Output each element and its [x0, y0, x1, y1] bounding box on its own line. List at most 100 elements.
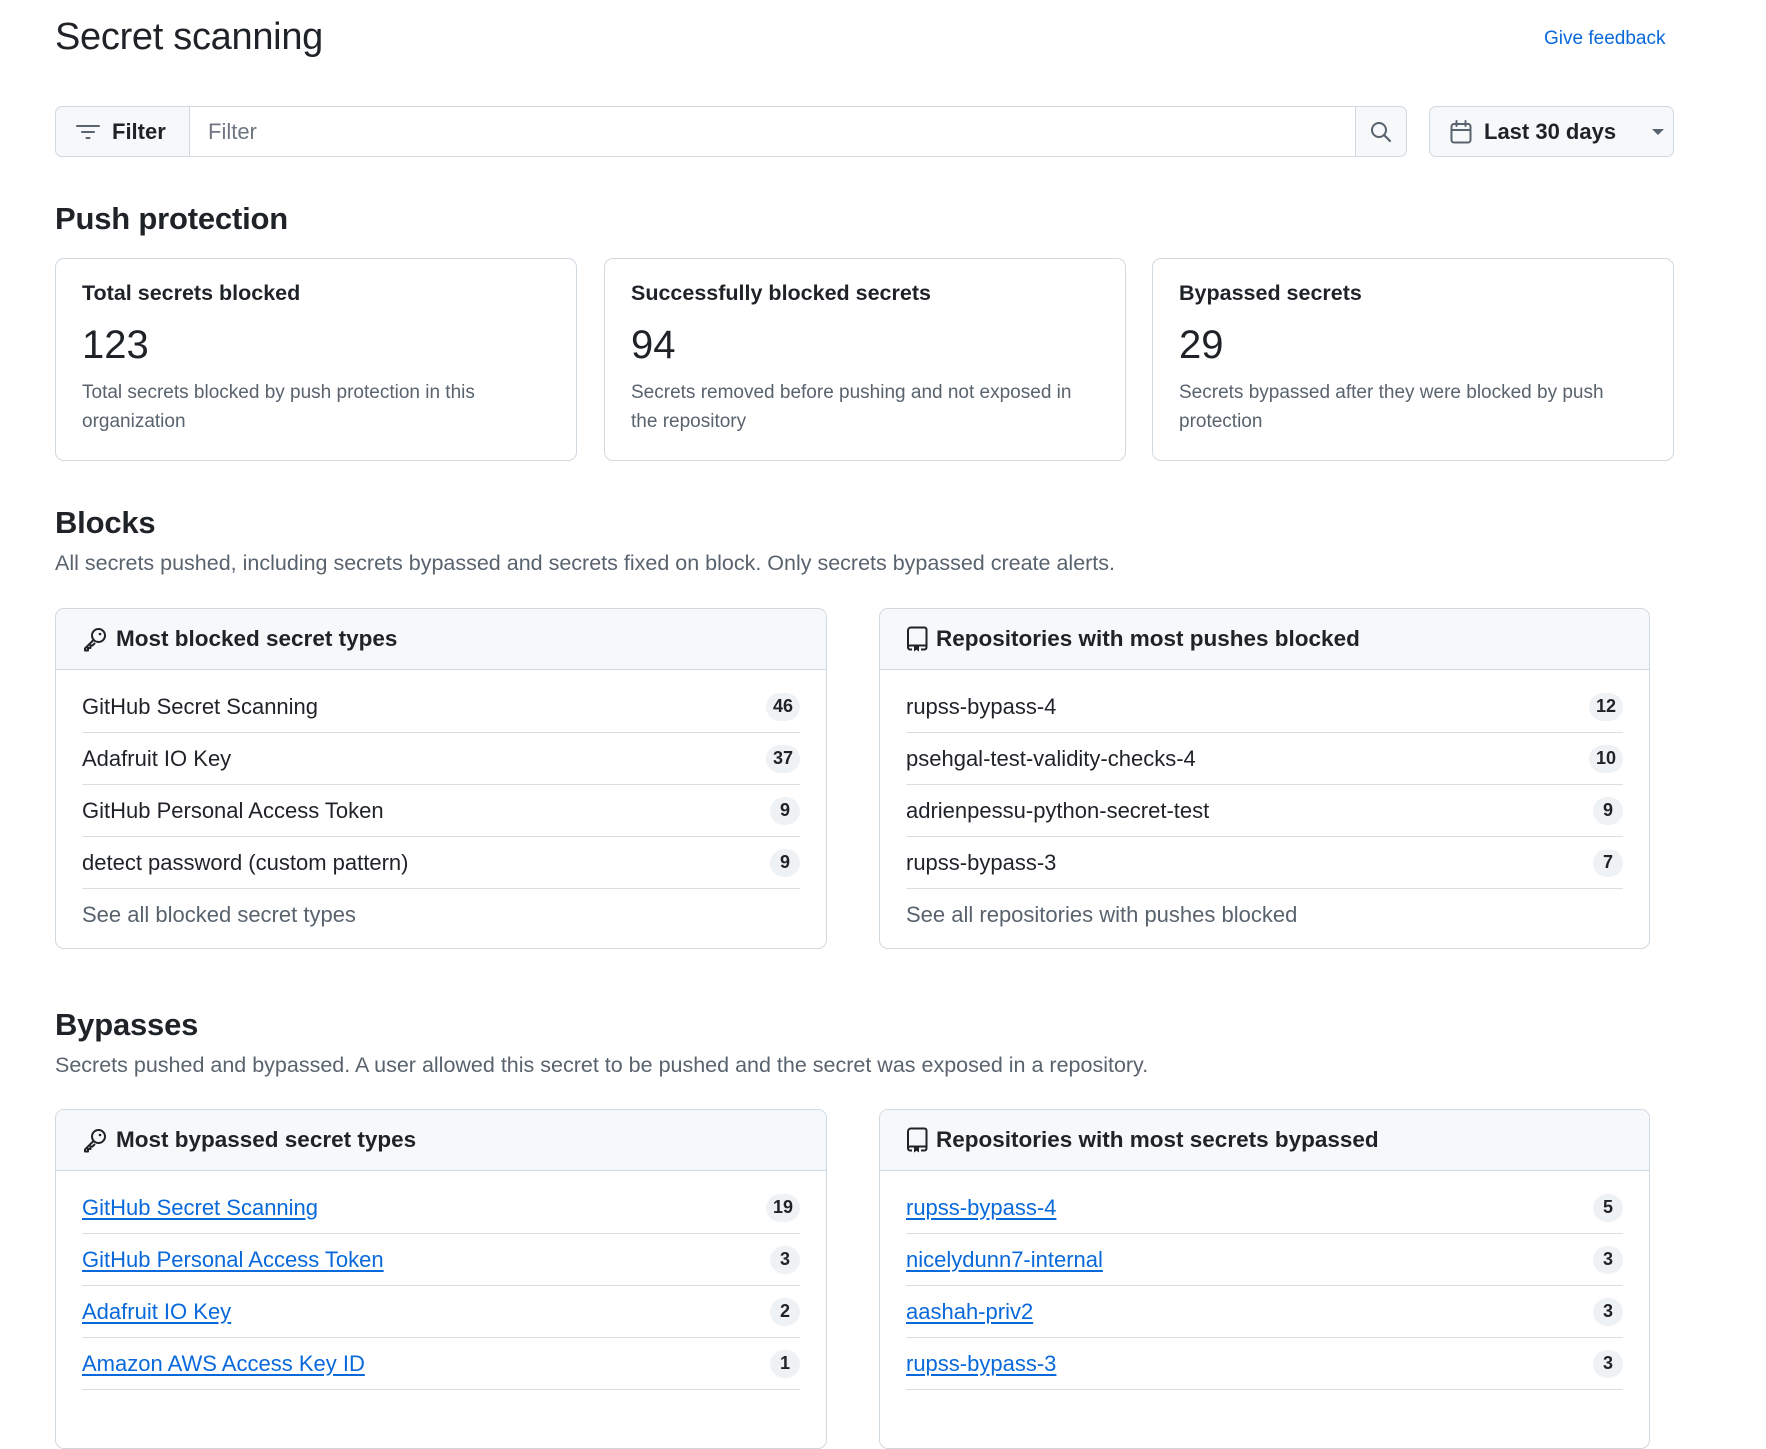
item-link[interactable]: Adafruit IO Key: [82, 1299, 231, 1325]
repo-icon: [906, 626, 928, 652]
item-link[interactable]: nicelydunn7-internal: [906, 1247, 1103, 1273]
card-header: Repositories with most pushes blocked: [880, 609, 1649, 670]
list-item: GitHub Personal Access Token 9: [82, 785, 800, 837]
list-item: GitHub Secret Scanning 19: [82, 1182, 800, 1234]
item-link[interactable]: GitHub Personal Access Token: [82, 1247, 384, 1273]
item-link[interactable]: rupss-bypass-3: [906, 1351, 1056, 1377]
list-item: GitHub Secret Scanning 46: [82, 681, 800, 733]
list-item: detect password (custom pattern) 9: [82, 837, 800, 889]
list-item: rupss-bypass-3 7: [906, 837, 1623, 889]
list-item: nicelydunn7-internal 3: [906, 1234, 1623, 1286]
key-icon: [82, 626, 108, 652]
filter-icon: [76, 123, 100, 141]
card-header: Most blocked secret types: [56, 609, 826, 670]
count-badge: 46: [765, 692, 800, 721]
count-badge: 2: [770, 1297, 800, 1326]
page-title: Secret scanning: [55, 16, 323, 58]
count-badge: 1: [770, 1349, 800, 1378]
item-label: detect password (custom pattern): [82, 849, 409, 875]
stat-title: Bypassed secrets: [1179, 281, 1362, 305]
search-icon: [1370, 121, 1392, 143]
filter-input[interactable]: [190, 106, 1355, 157]
list-item: adrienpessu-python-secret-test 9: [906, 785, 1623, 837]
list-item: Adafruit IO Key 2: [82, 1286, 800, 1338]
stat-title: Successfully blocked secrets: [631, 281, 931, 305]
stat-title: Total secrets blocked: [82, 281, 301, 305]
list-item: Amazon AWS Access Key ID 1: [82, 1338, 800, 1390]
list-item: GitHub Personal Access Token 3: [82, 1234, 800, 1286]
list-item: rupss-bypass-3 3: [906, 1338, 1623, 1390]
key-icon: [82, 1127, 108, 1153]
repositories-most-pushes-blocked-card: Repositories with most pushes blocked ru…: [879, 608, 1650, 949]
stat-value: 94: [631, 323, 676, 367]
count-badge: 7: [1593, 848, 1623, 877]
list: rupss-bypass-4 12 psehgal-test-validity-c…: [880, 681, 1649, 940]
search-button[interactable]: [1355, 106, 1407, 157]
repositories-most-secrets-bypassed-card: Repositories with most secrets bypassed …: [879, 1109, 1650, 1449]
list: GitHub Secret Scanning 19 GitHub Personal…: [56, 1182, 826, 1390]
item-link[interactable]: rupss-bypass-4: [906, 1195, 1056, 1221]
stat-value: 123: [82, 323, 149, 367]
count-badge: 37: [765, 744, 800, 773]
repo-icon: [906, 1127, 928, 1153]
stat-description: Secrets bypassed after they were blocked…: [1179, 382, 1604, 432]
bypasses-heading: Bypasses: [55, 1007, 199, 1042]
count-badge: 3: [1593, 1297, 1623, 1326]
see-all-repositories-pushes-blocked-link[interactable]: See all repositories with pushes blocked: [906, 889, 1623, 940]
filter-button-label: Filter: [112, 118, 166, 144]
filter-bar: Filter: [55, 106, 1407, 157]
date-range-label: Last 30 days: [1484, 118, 1617, 144]
list-item: Adafruit IO Key 37: [82, 733, 800, 785]
count-badge: 12: [1588, 692, 1623, 721]
item-label: rupss-bypass-4: [906, 693, 1057, 719]
count-badge: 3: [1593, 1245, 1623, 1274]
list-item: rupss-bypass-4 5: [906, 1182, 1623, 1234]
item-link[interactable]: Amazon AWS Access Key ID: [82, 1351, 365, 1377]
calendar-icon: [1450, 119, 1472, 144]
list-item: aashah-priv2 3: [906, 1286, 1623, 1338]
bypasses-description: Secrets pushed and bypassed. A user allo…: [55, 1053, 1149, 1077]
list-item: rupss-bypass-4 12: [906, 681, 1623, 733]
card-header: Repositories with most secrets bypassed: [880, 1110, 1649, 1171]
card-title: Repositories with most secrets bypassed: [936, 1127, 1379, 1152]
most-bypassed-secret-types-card: Most bypassed secret types GitHub Secret…: [55, 1109, 827, 1449]
stat-card-bypassed: Bypassed secrets 29 Secrets bypassed aft…: [1152, 258, 1674, 461]
most-blocked-secret-types-card: Most blocked secret types GitHub Secret …: [55, 608, 827, 949]
count-badge: 10: [1588, 744, 1623, 773]
stat-card-successfully-blocked: Successfully blocked secrets 94 Secrets …: [604, 258, 1126, 461]
item-label: adrienpessu-python-secret-test: [906, 797, 1210, 823]
give-feedback-link[interactable]: Give feedback: [1544, 28, 1665, 50]
item-label: GitHub Secret Scanning: [82, 693, 319, 719]
item-link[interactable]: aashah-priv2: [906, 1299, 1033, 1325]
count-badge: 9: [770, 796, 800, 825]
stat-description: Total secrets blocked by push protection…: [82, 382, 475, 432]
list-item: psehgal-test-validity-checks-4 10: [906, 733, 1623, 785]
push-protection-heading: Push protection: [55, 201, 288, 236]
see-all-blocked-secret-types-link[interactable]: See all blocked secret types: [82, 889, 800, 940]
count-badge: 9: [1593, 796, 1623, 825]
stat-card-total-blocked: Total secrets blocked 123 Total secrets …: [55, 258, 577, 461]
count-badge: 5: [1593, 1193, 1623, 1222]
list: GitHub Secret Scanning 46 Adafruit IO Key…: [56, 681, 826, 940]
count-badge: 3: [1593, 1349, 1623, 1378]
filter-button[interactable]: Filter: [55, 106, 190, 157]
item-link[interactable]: GitHub Secret Scanning: [82, 1195, 318, 1221]
card-header: Most bypassed secret types: [56, 1110, 826, 1171]
item-label: psehgal-test-validity-checks-4: [906, 745, 1196, 771]
card-title: Most bypassed secret types: [116, 1127, 417, 1152]
count-badge: 19: [765, 1193, 800, 1222]
item-label: GitHub Personal Access Token: [82, 797, 384, 823]
count-badge: 3: [770, 1245, 800, 1274]
blocks-description: All secrets pushed, including secrets by…: [55, 551, 1116, 575]
stat-description: Secrets removed before pushing and not e…: [631, 382, 1072, 432]
item-label: rupss-bypass-3: [906, 849, 1057, 875]
list: rupss-bypass-4 5 nicelydunn7-internal 3 aa…: [880, 1182, 1649, 1390]
card-title: Most blocked secret types: [116, 626, 398, 651]
date-range-dropdown[interactable]: Last 30 days: [1429, 106, 1674, 157]
chevron-down-icon: [1652, 128, 1665, 135]
stat-value: 29: [1179, 323, 1224, 367]
count-badge: 9: [770, 848, 800, 877]
item-label: Adafruit IO Key: [82, 745, 232, 771]
blocks-heading: Blocks: [55, 505, 156, 540]
card-title: Repositories with most pushes blocked: [936, 626, 1360, 651]
